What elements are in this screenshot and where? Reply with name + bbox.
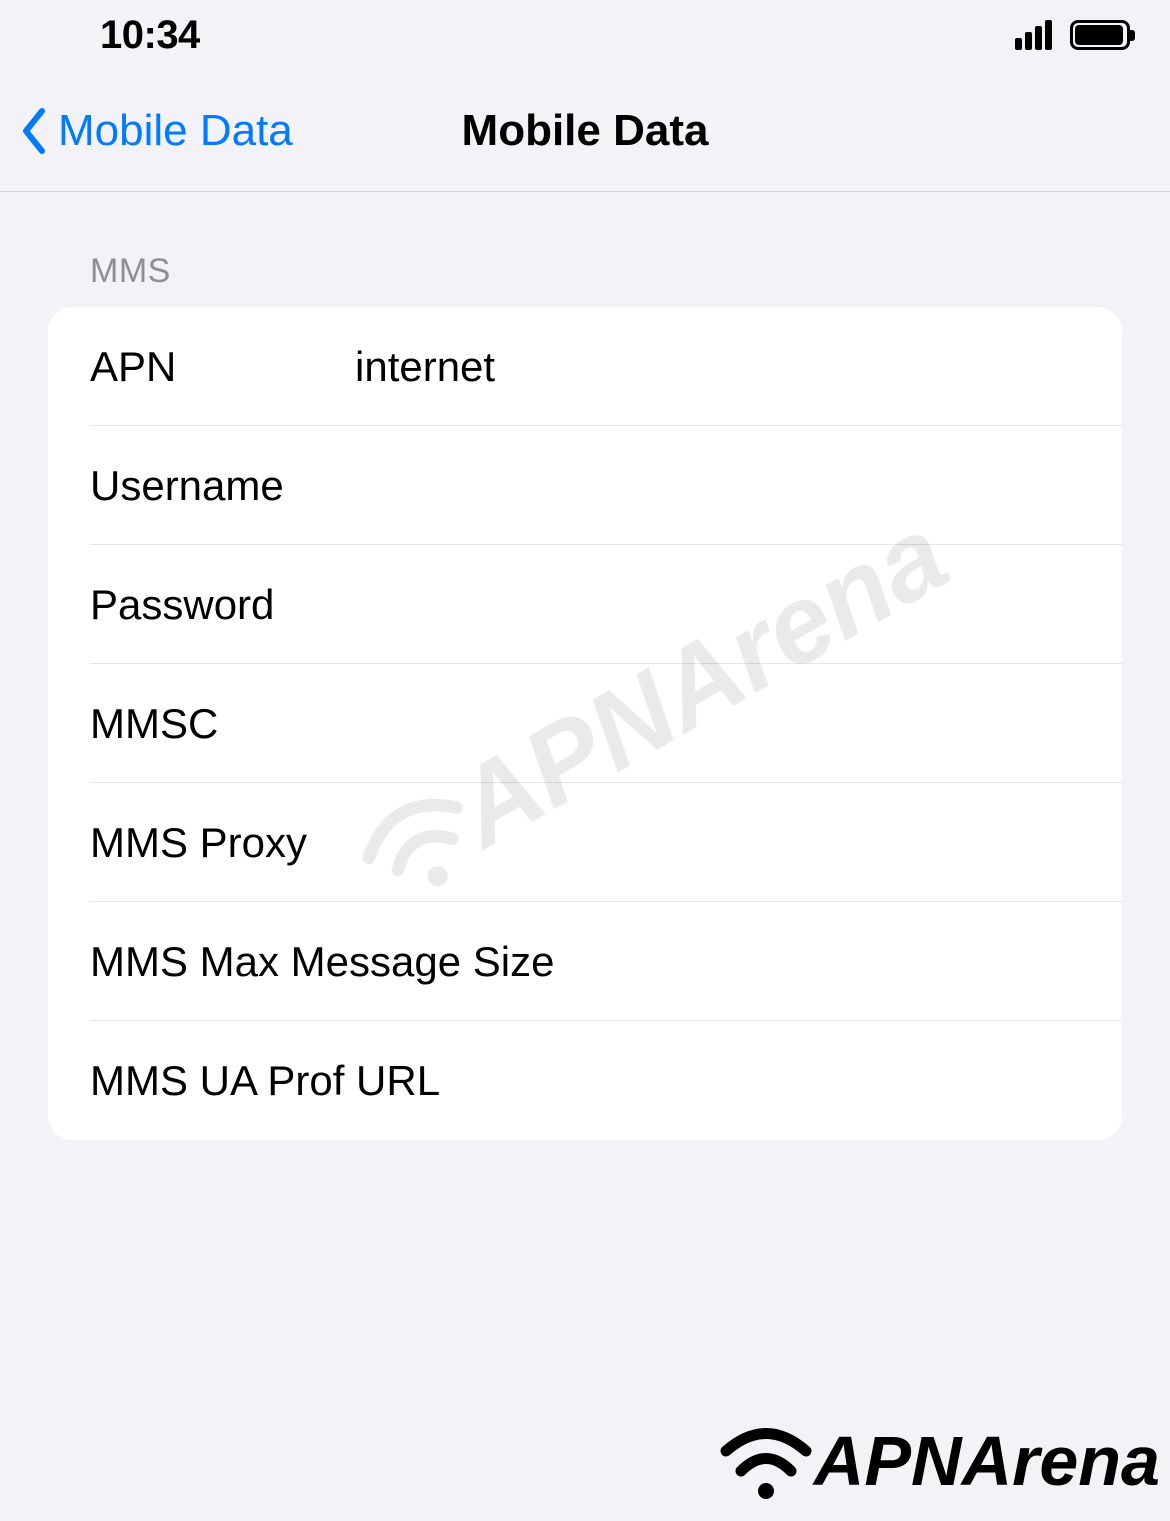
label-mms-ua-prof: MMS UA Prof URL [90,1057,1122,1105]
label-username: Username [90,462,355,510]
status-bar: 10:34 [0,0,1170,70]
row-mms-proxy[interactable]: MMS Proxy [48,783,1122,902]
label-mms-proxy: MMS Proxy [90,819,581,867]
footer-logo-text: APNArena [814,1421,1160,1501]
wifi-icon [716,1411,816,1511]
battery-icon [1070,20,1130,50]
label-mmsc: MMSC [90,700,355,748]
input-mms-proxy[interactable] [581,783,1122,902]
row-mms-max-size[interactable]: MMS Max Message Size [48,902,1122,1021]
back-button[interactable]: Mobile Data [20,106,293,156]
input-username[interactable] [355,426,1122,545]
label-apn: APN [90,343,355,391]
footer-logo: APNArena [716,1411,1160,1511]
row-password[interactable]: Password [48,545,1122,664]
section-header-mms: MMS [48,192,1122,307]
chevron-back-icon [20,107,48,155]
input-mmsc[interactable] [355,664,1122,783]
content-area: MMS APN Username Password MMSC MMS Proxy… [0,192,1170,1140]
row-mmsc[interactable]: MMSC [48,664,1122,783]
label-mms-max-size: MMS Max Message Size [90,938,1122,986]
cellular-signal-icon [1015,20,1052,50]
input-password[interactable] [355,545,1122,664]
row-apn[interactable]: APN [48,307,1122,426]
back-label: Mobile Data [58,106,293,156]
status-indicators [1015,20,1130,50]
settings-group-mms: APN Username Password MMSC MMS Proxy MMS… [48,307,1122,1140]
page-title: Mobile Data [462,106,709,156]
navigation-bar: Mobile Data Mobile Data [0,70,1170,192]
row-username[interactable]: Username [48,426,1122,545]
row-mms-ua-prof[interactable]: MMS UA Prof URL [48,1021,1122,1140]
label-password: Password [90,581,355,629]
status-time: 10:34 [100,13,200,58]
input-apn[interactable] [355,307,1122,426]
